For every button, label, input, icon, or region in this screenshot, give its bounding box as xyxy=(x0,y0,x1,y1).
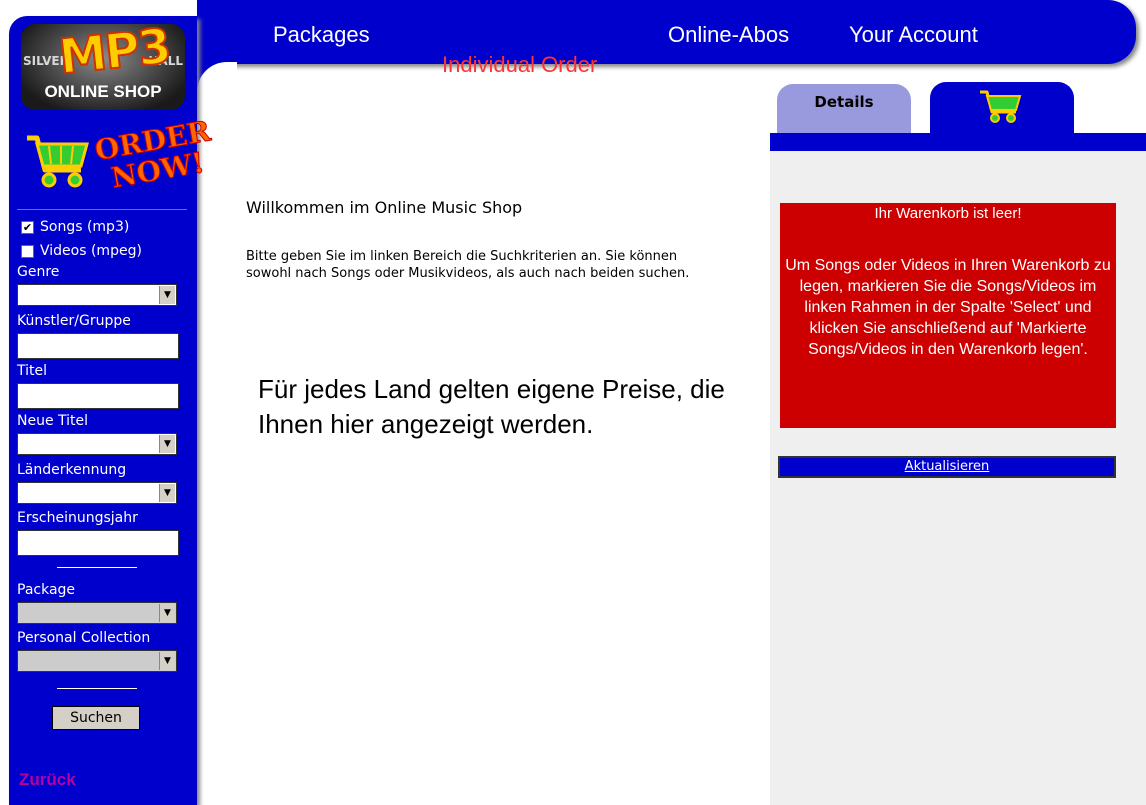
cart-instructions: Um Songs oder Videos in Ihren Warenkorb … xyxy=(785,257,1111,358)
shop-logo[interactable]: SILVER HALL MP3 ONLINE SHOP xyxy=(21,17,185,110)
order-now-banner[interactable]: ORDER NOW! xyxy=(19,114,213,206)
nav-individual-order[interactable]: Individual Order xyxy=(442,52,597,78)
country-code-label: Länderkennung xyxy=(17,462,127,478)
empty-cart-notice: Ihr Warenkorb ist leer! Um Songs oder Vi… xyxy=(780,203,1116,428)
search-button[interactable]: Suchen xyxy=(52,706,140,730)
intro-text: Bitte geben Sie im linken Bereich die Su… xyxy=(246,249,690,281)
songs-checkbox-row[interactable]: ✔ Songs (mp3) xyxy=(21,219,129,235)
personal-collection-select[interactable]: ▼ xyxy=(17,650,177,672)
package-select[interactable]: ▼ xyxy=(17,602,177,624)
songs-checkbox[interactable]: ✔ xyxy=(21,220,34,234)
title-label: Titel xyxy=(17,363,48,379)
tab-details[interactable]: Details xyxy=(777,84,911,134)
new-titles-select[interactable]: ▼ xyxy=(17,433,177,455)
genre-label: Genre xyxy=(17,264,60,280)
videos-checkbox[interactable] xyxy=(21,244,34,258)
artist-input[interactable] xyxy=(17,333,179,359)
nav-your-account[interactable]: Your Account xyxy=(849,22,978,48)
genre-select[interactable]: ▼ xyxy=(17,284,177,306)
shopping-cart-icon xyxy=(27,135,89,188)
artist-label: Künstler/Gruppe xyxy=(17,313,131,329)
release-year-label: Erscheinungsjahr xyxy=(17,510,138,526)
search-sidebar: SILVER HALL MP3 ONLINE SHOP ORDER NOW! ✔… xyxy=(9,16,213,805)
sidebar-separator xyxy=(57,567,137,568)
videos-checkbox-label: Videos (mpeg) xyxy=(40,243,142,259)
tab-cart[interactable] xyxy=(930,82,1074,134)
refresh-button[interactable]: Aktualisieren xyxy=(778,456,1116,478)
personal-collection-label: Personal Collection xyxy=(17,630,151,646)
price-note: Für jedes Land gelten eigene Preise, die… xyxy=(258,374,725,439)
chevron-down-icon[interactable]: ▼ xyxy=(159,435,175,453)
logo-subtitle: ONLINE SHOP xyxy=(44,82,162,101)
chevron-down-icon[interactable]: ▼ xyxy=(159,286,175,304)
sidebar-separator-bottom xyxy=(57,688,137,689)
shopping-cart-icon xyxy=(980,90,1022,123)
empty-cart-title: Ihr Warenkorb ist leer! xyxy=(874,205,1022,222)
package-label: Package xyxy=(17,582,76,598)
new-titles-label: Neue Titel xyxy=(17,413,89,429)
order-now-text: ORDER NOW! xyxy=(92,114,218,195)
nav-online-abos[interactable]: Online-Abos xyxy=(668,22,789,48)
videos-checkbox-row[interactable]: Videos (mpeg) xyxy=(21,243,142,259)
back-link[interactable]: Zurück xyxy=(19,770,76,790)
logo-brand: MP3 xyxy=(55,17,173,86)
title-input[interactable] xyxy=(17,383,179,409)
songs-checkbox-label: Songs (mp3) xyxy=(40,219,130,235)
cart-panel-header-bar xyxy=(770,133,1146,151)
sidebar-divider xyxy=(17,209,187,210)
release-year-input[interactable] xyxy=(17,530,179,556)
chevron-down-icon[interactable]: ▼ xyxy=(159,484,175,502)
nav-packages[interactable]: Packages xyxy=(273,22,370,48)
welcome-heading: Willkommen im Online Music Shop xyxy=(246,198,523,217)
country-code-select[interactable]: ▼ xyxy=(17,482,177,504)
chevron-down-icon[interactable]: ▼ xyxy=(159,652,175,670)
chevron-down-icon[interactable]: ▼ xyxy=(159,604,175,622)
